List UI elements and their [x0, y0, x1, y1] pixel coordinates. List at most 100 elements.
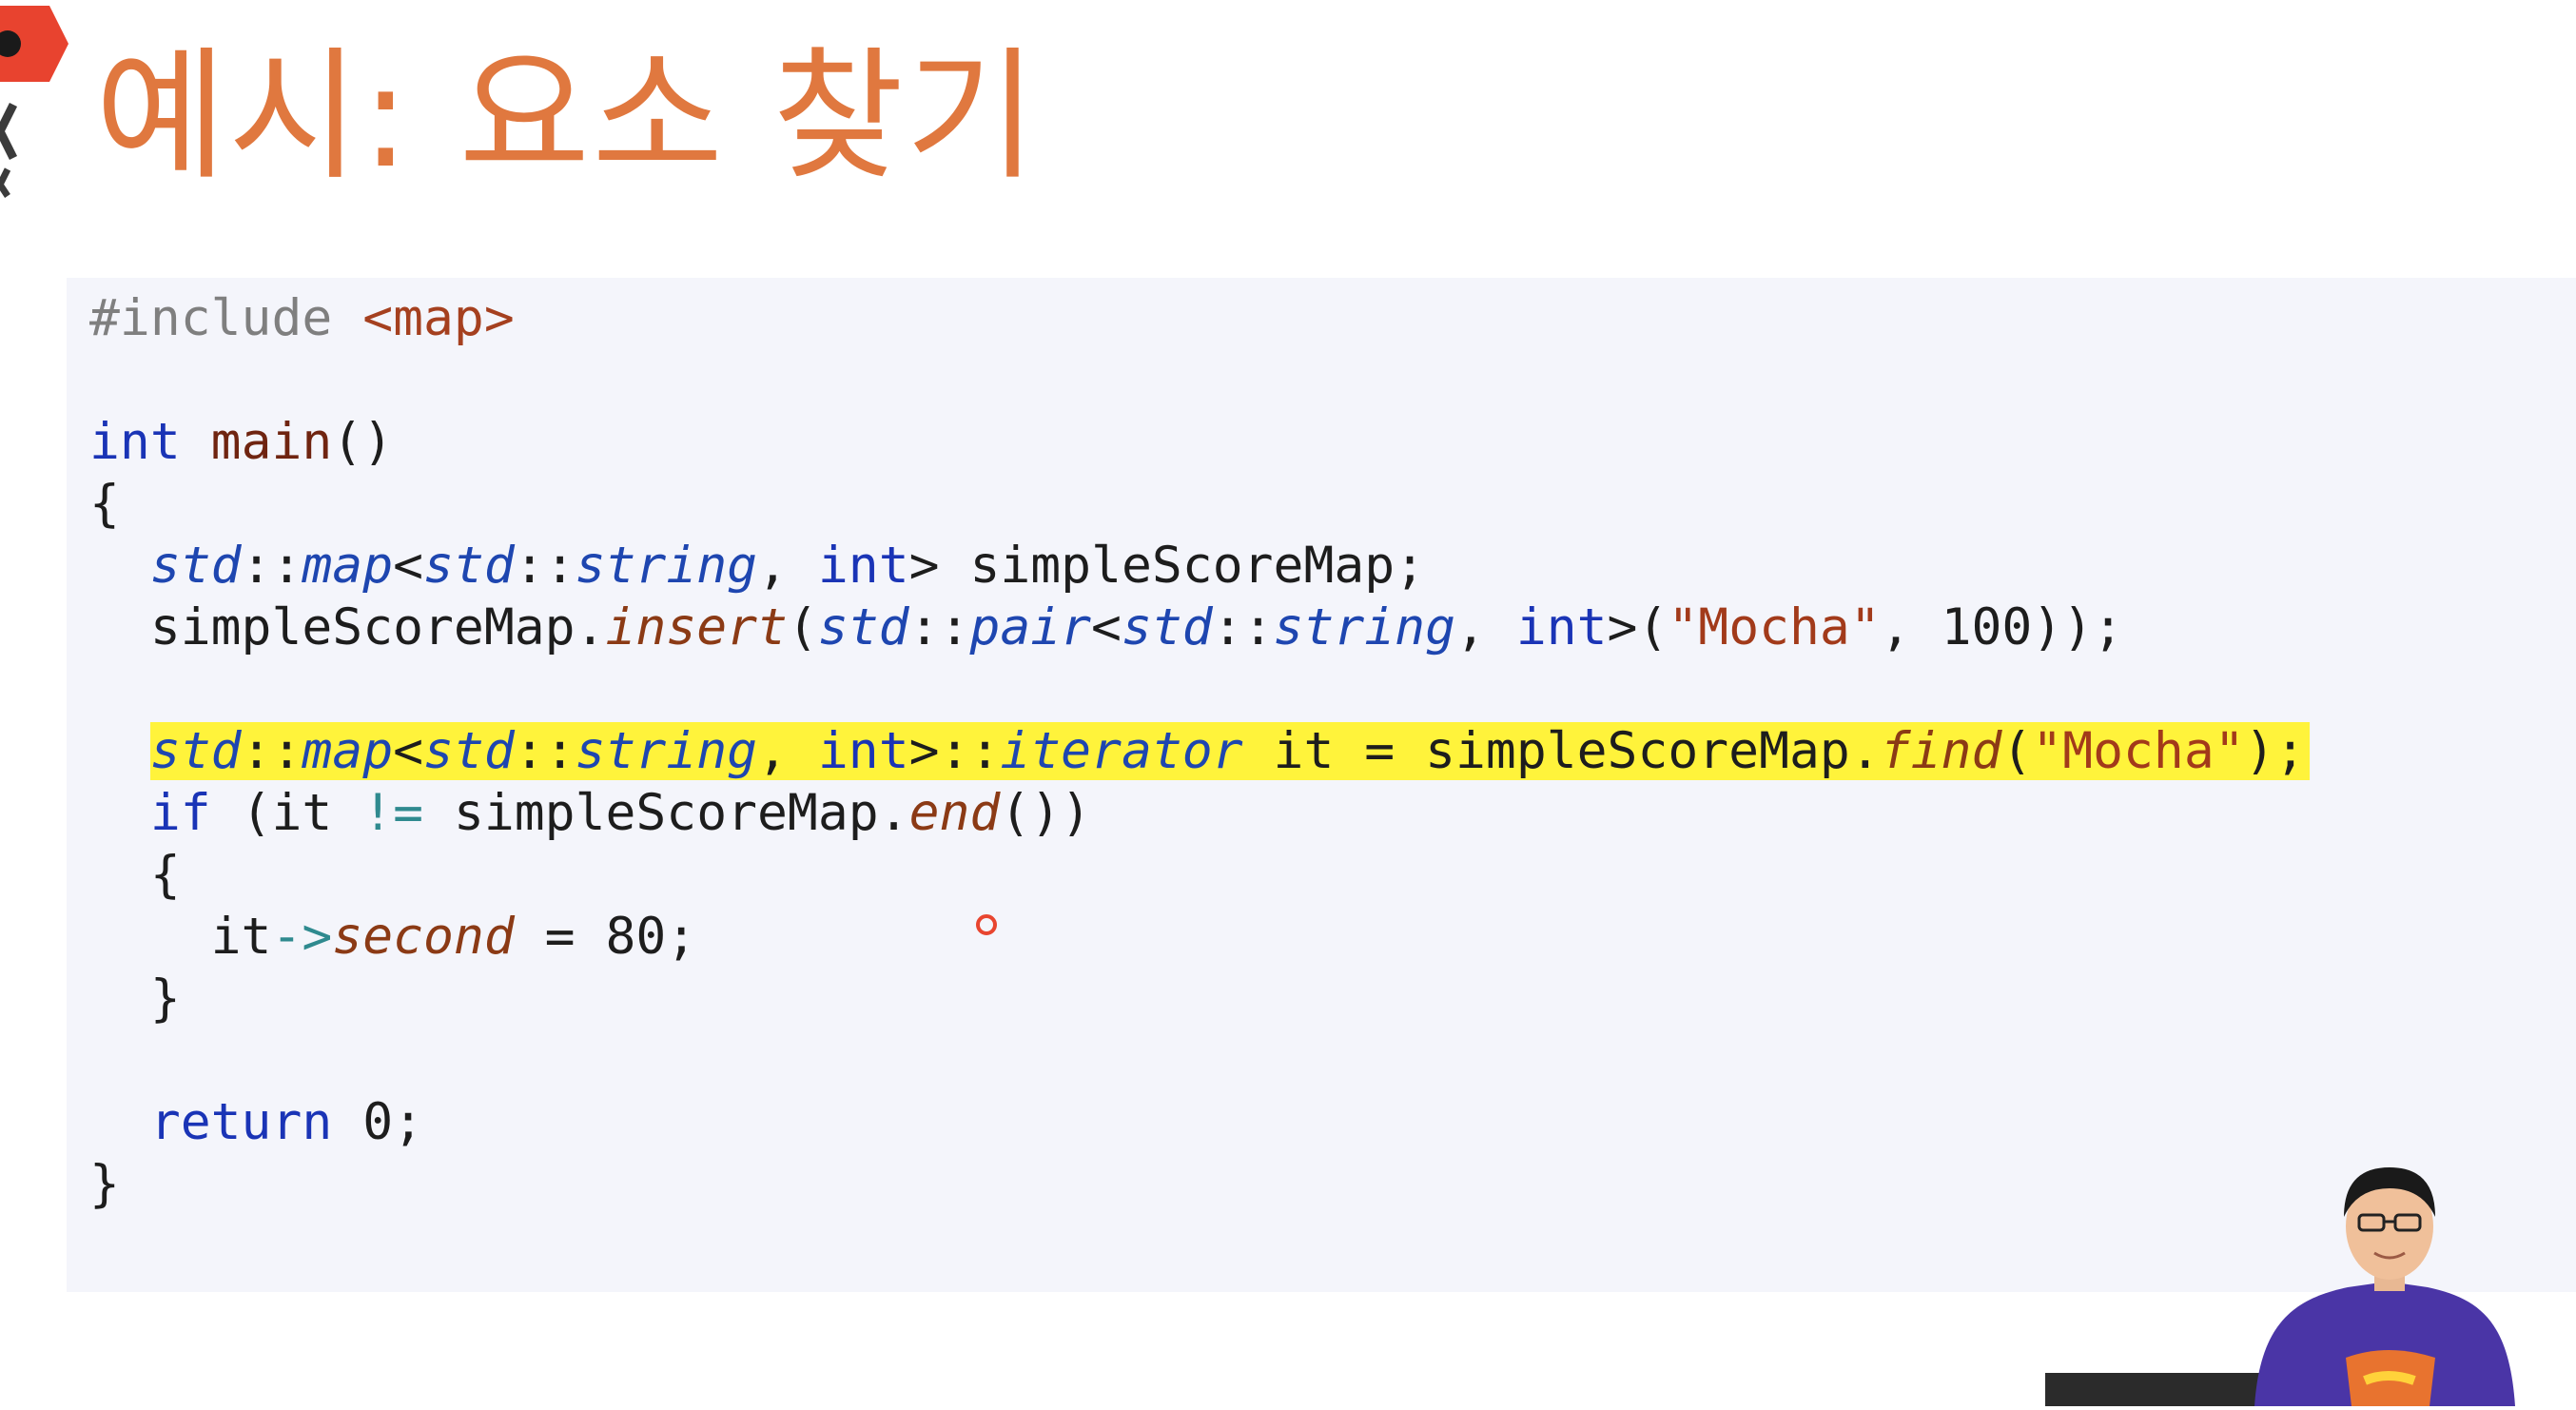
code-line: return 0;	[89, 1089, 423, 1155]
code-token: = 80;	[514, 908, 697, 966]
code-token: <	[1091, 598, 1122, 656]
code-token: int	[1515, 598, 1608, 656]
code-token: simpleScoreMap.	[149, 598, 606, 656]
code-token: !=	[362, 784, 424, 842]
code-token: if	[149, 784, 211, 842]
code-token: map	[302, 537, 394, 595]
code-token: std	[423, 722, 515, 780]
code-token: > simpleScoreMap;	[908, 537, 1426, 595]
pocu-logo-icon	[0, 0, 86, 200]
code-line: {	[89, 842, 181, 908]
code-token: return	[149, 1093, 333, 1151]
code-token: >(	[1607, 598, 1669, 656]
code-token: ,	[1454, 598, 1516, 656]
code-line: #include <map>	[89, 285, 515, 351]
presenter-video-icon	[2045, 1156, 2540, 1406]
code-token: std	[817, 598, 909, 656]
code-token: int	[817, 722, 909, 780]
code-line: {	[89, 471, 120, 537]
code-token: "Mocha"	[1668, 598, 1881, 656]
code-token: second	[332, 908, 515, 966]
code-content: it->second = 80;	[211, 908, 697, 966]
code-line: if (it != simpleScoreMap.end())	[89, 780, 1091, 846]
code-content: {	[89, 475, 120, 533]
code-token: string	[1273, 598, 1455, 656]
code-token: ,	[757, 537, 818, 595]
code-line: it->second = 80;	[89, 904, 697, 969]
pointer-cursor-icon	[976, 914, 997, 935]
code-token: std	[149, 722, 242, 780]
code-token: ::	[908, 598, 970, 656]
code-token: it = simpleScoreMap.	[1242, 722, 1881, 780]
code-line: int main()	[89, 409, 393, 475]
code-block: #include <map> int main(){ std::map<std::…	[67, 278, 2576, 1292]
code-token: 0;	[332, 1093, 424, 1151]
code-token: (	[787, 598, 818, 656]
code-token: string	[575, 722, 758, 780]
code-token: (	[2001, 722, 2033, 780]
code-line: std::map<std::string, int>::iterator it …	[89, 718, 2310, 784]
code-token: ()	[332, 413, 394, 471]
code-token: ->	[271, 908, 333, 966]
code-token: std	[1121, 598, 1213, 656]
code-token: }	[149, 969, 181, 1028]
code-token: ())	[1000, 784, 1092, 842]
code-token: <	[393, 722, 424, 780]
code-content: }	[150, 969, 181, 1028]
code-token: #include	[89, 289, 363, 347]
code-content: std::map<std::string, int> simpleScoreMa…	[150, 537, 1425, 595]
code-token: main	[210, 413, 333, 471]
code-token: ::	[241, 722, 302, 780]
code-content: int main()	[89, 413, 393, 471]
code-token: simpleScoreMap.	[423, 784, 909, 842]
code-token: );	[2244, 722, 2306, 780]
code-token: ::	[514, 722, 576, 780]
code-token: insert	[605, 598, 788, 656]
code-token: <map>	[362, 289, 515, 347]
slide-title: 예시: 요소 찾기	[95, 34, 1039, 200]
code-content: if (it != simpleScoreMap.end())	[150, 784, 1091, 842]
code-token: it	[210, 908, 272, 966]
code-token: std	[149, 537, 242, 595]
code-token: {	[149, 846, 181, 904]
code-line: }	[89, 1151, 120, 1217]
code-token: }	[89, 1155, 120, 1213]
code-line: simpleScoreMap.insert(std::pair<std::str…	[89, 595, 2123, 660]
code-token: >::	[908, 722, 1001, 780]
code-content: #include <map>	[89, 289, 515, 347]
code-content: simpleScoreMap.insert(std::pair<std::str…	[150, 598, 2123, 656]
code-token: ::	[1212, 598, 1274, 656]
code-token: {	[89, 475, 120, 533]
code-token: map	[302, 722, 394, 780]
code-token: string	[575, 537, 758, 595]
code-token: "Mocha"	[2032, 722, 2245, 780]
code-token: find	[1880, 722, 2002, 780]
code-token: <	[393, 537, 424, 595]
code-token: std	[423, 537, 515, 595]
code-token: int	[817, 537, 909, 595]
code-token: ::	[241, 537, 302, 595]
code-content: }	[89, 1155, 120, 1213]
code-token: end	[908, 784, 1001, 842]
code-token: ,	[757, 722, 818, 780]
code-token: pair	[969, 598, 1092, 656]
highlighted-code: std::map<std::string, int>::iterator it …	[149, 722, 2310, 780]
code-token: int	[89, 413, 181, 471]
code-line: }	[89, 966, 181, 1031]
code-token: iterator	[1000, 722, 1243, 780]
code-content: return 0;	[150, 1093, 423, 1151]
code-content: {	[150, 846, 181, 904]
code-token: , 100));	[1880, 598, 2124, 656]
code-line: std::map<std::string, int> simpleScoreMa…	[89, 533, 1425, 598]
code-token: ::	[514, 537, 576, 595]
code-token: (it	[210, 784, 363, 842]
